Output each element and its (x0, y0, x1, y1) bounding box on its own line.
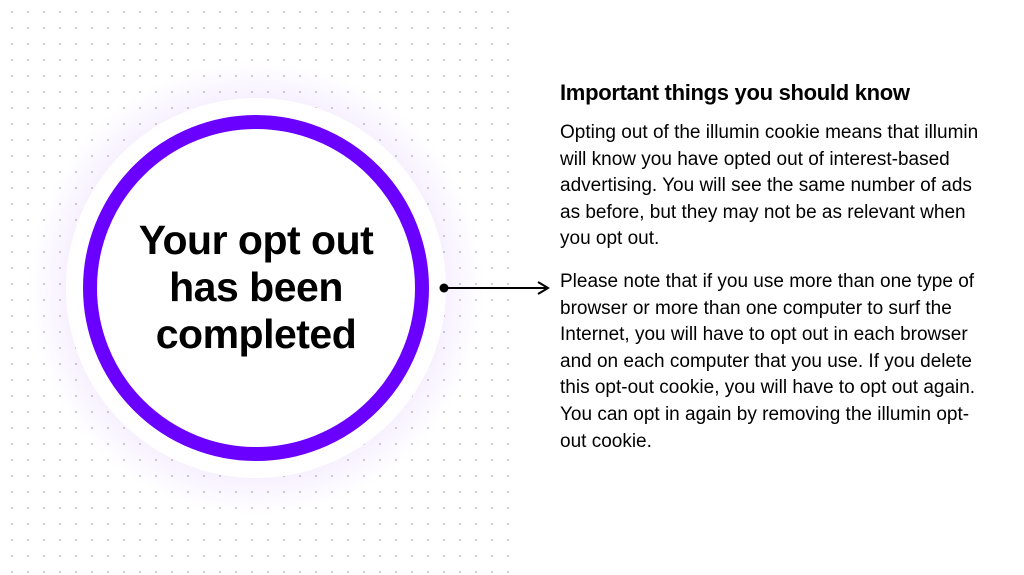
info-heading: Important things you should know (560, 80, 980, 106)
arrow-icon (438, 281, 558, 295)
status-line3: completed (156, 311, 357, 357)
left-panel: Your opt out has been completed (0, 0, 512, 575)
optout-status-text: Your opt out has been completed (139, 217, 374, 358)
circle-ring: Your opt out has been completed (83, 115, 429, 461)
circle-outer: Your opt out has been completed (66, 98, 446, 478)
info-paragraph-2: Please note that if you use more than on… (560, 269, 980, 455)
status-line1: Your opt out (139, 217, 374, 263)
info-paragraph-1: Opting out of the illumin cookie means t… (560, 120, 980, 253)
right-panel: Important things you should know Opting … (560, 80, 980, 471)
status-line2: has been (169, 264, 343, 310)
